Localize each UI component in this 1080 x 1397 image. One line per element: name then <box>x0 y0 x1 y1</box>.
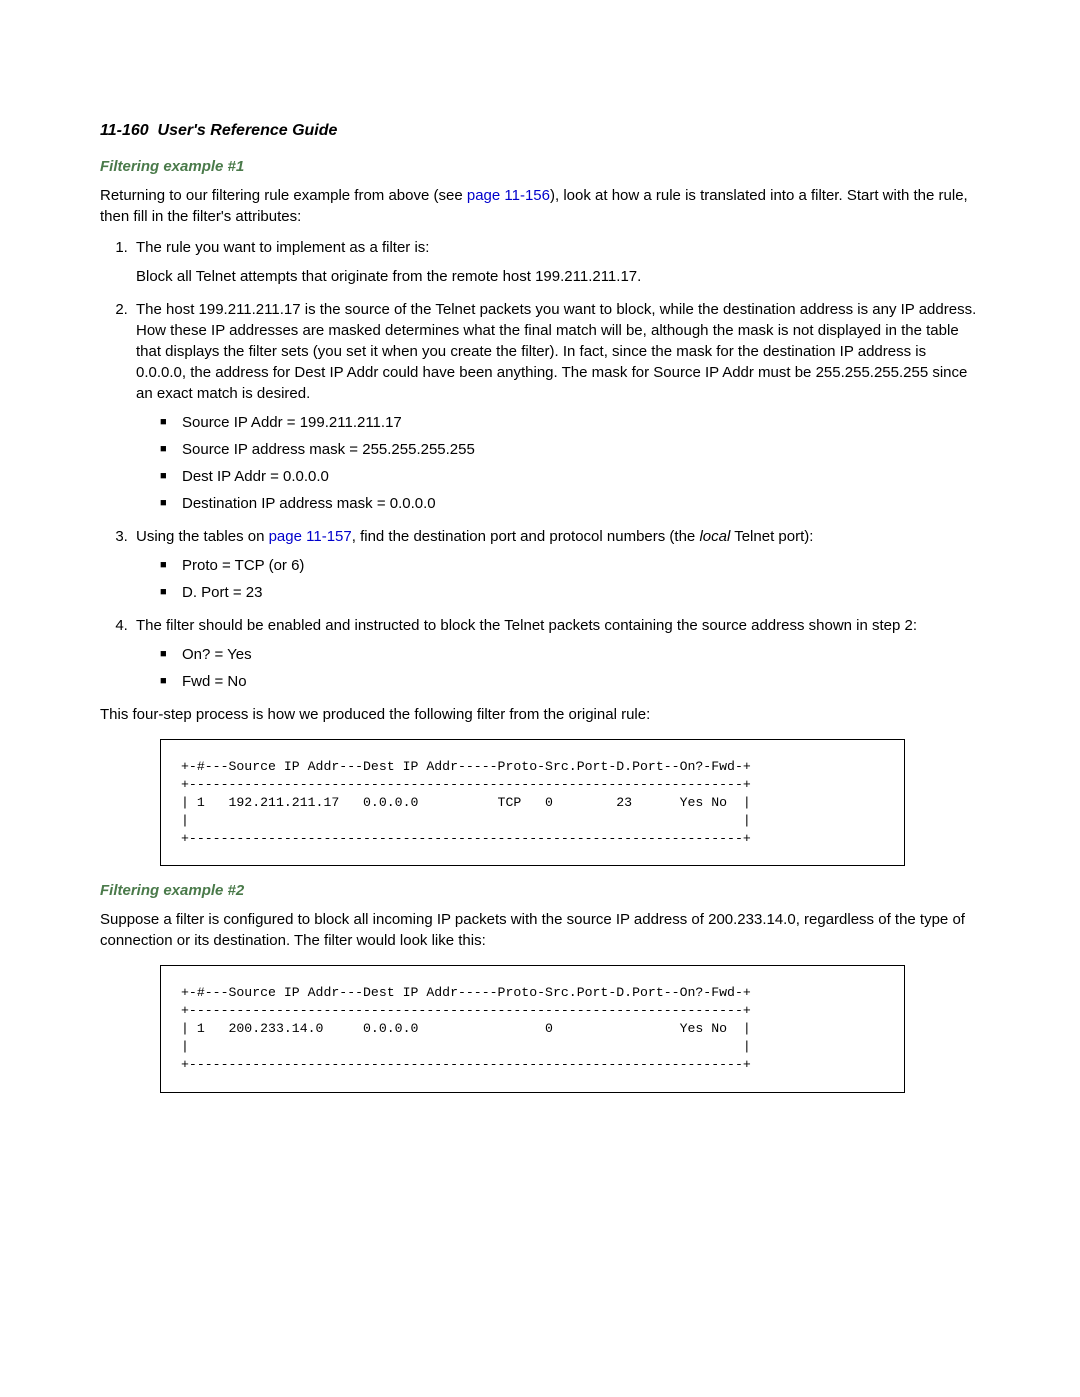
link-page-11-157[interactable]: page 11-157 <box>269 528 352 545</box>
step-3-text: Using the tables on page 11-157, find th… <box>136 526 980 547</box>
bullet-item: D. Port = 23 <box>160 582 980 603</box>
step-4: The filter should be enabled and instruc… <box>132 615 980 692</box>
text: Returning to our filtering rule example … <box>100 187 467 204</box>
step-2: The host 199.211.211.17 is the source of… <box>132 299 980 514</box>
text: , find the destination port and protocol… <box>352 528 700 545</box>
italic-local: local <box>699 528 730 545</box>
filter-table-box-2: +-#---Source IP Addr---Dest IP Addr-----… <box>160 965 905 1092</box>
link-page-11-156[interactable]: page 11-156 <box>467 187 550 204</box>
document-page: 11-160 User's Reference Guide Filtering … <box>0 0 1080 1397</box>
step-1-text-b: Block all Telnet attempts that originate… <box>136 266 980 287</box>
text: Using the tables on <box>136 528 269 545</box>
step-3-bullets: Proto = TCP (or 6) D. Port = 23 <box>136 555 980 603</box>
filter-table-box-1: +-#---Source IP Addr---Dest IP Addr-----… <box>160 739 905 866</box>
bullet-item: Proto = TCP (or 6) <box>160 555 980 576</box>
bullet-item: Dest IP Addr = 0.0.0.0 <box>160 466 980 487</box>
bullet-item: Destination IP address mask = 0.0.0.0 <box>160 493 980 514</box>
step-1-text-a: The rule you want to implement as a filt… <box>136 237 980 258</box>
section-title-1: Filtering example #1 <box>100 156 980 177</box>
bullet-item: Source IP address mask = 255.255.255.255 <box>160 439 980 460</box>
step-4-text: The filter should be enabled and instruc… <box>136 615 980 636</box>
section-title-2: Filtering example #2 <box>100 880 980 901</box>
page-number: 11-160 <box>100 122 149 139</box>
bullet-item: On? = Yes <box>160 644 980 665</box>
bullet-item: Fwd = No <box>160 671 980 692</box>
page-header: 11-160 User's Reference Guide <box>100 120 980 142</box>
step-2-text: The host 199.211.211.17 is the source of… <box>136 299 980 404</box>
outro-paragraph-1: This four-step process is how we produce… <box>100 704 980 725</box>
bullet-item: Source IP Addr = 199.211.211.17 <box>160 412 980 433</box>
intro-paragraph-1: Returning to our filtering rule example … <box>100 185 980 227</box>
step-3: Using the tables on page 11-157, find th… <box>132 526 980 603</box>
page-title: User's Reference Guide <box>158 122 338 139</box>
step-4-bullets: On? = Yes Fwd = No <box>136 644 980 692</box>
filter-table-pre-2: +-#---Source IP Addr---Dest IP Addr-----… <box>181 984 884 1073</box>
step-1: The rule you want to implement as a filt… <box>132 237 980 287</box>
text: Telnet port): <box>730 528 813 545</box>
ordered-steps-list: The rule you want to implement as a filt… <box>100 237 980 692</box>
step-2-bullets: Source IP Addr = 199.211.211.17 Source I… <box>136 412 980 514</box>
filter-table-pre-1: +-#---Source IP Addr---Dest IP Addr-----… <box>181 758 884 847</box>
intro-paragraph-2: Suppose a filter is configured to block … <box>100 909 980 951</box>
